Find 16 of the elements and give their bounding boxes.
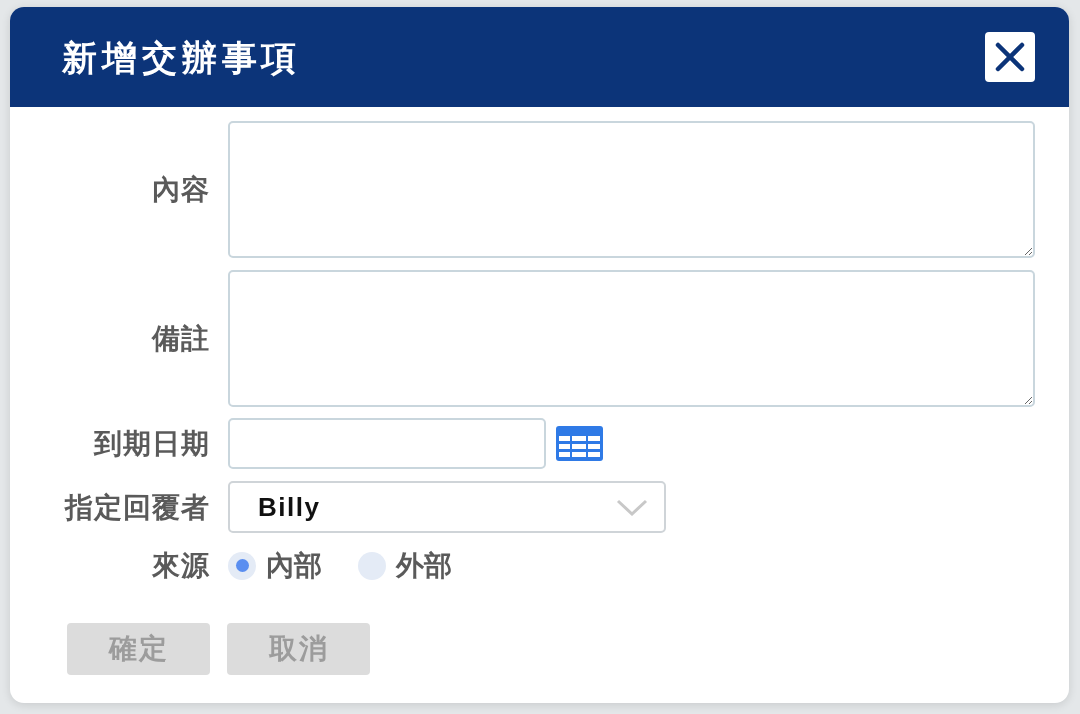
field-label: 來源 — [152, 549, 210, 583]
text-area[interactable] — [228, 121, 1035, 258]
dialog-title: 新增交辦事項 — [62, 39, 302, 75]
calendar-icon[interactable] — [556, 426, 603, 461]
dropdown[interactable]: Billy — [228, 481, 666, 533]
chevron-icon — [616, 498, 648, 516]
radio-option[interactable]: 外部 — [358, 548, 452, 583]
field-label: 內容 — [152, 173, 210, 207]
text-area[interactable] — [228, 270, 1035, 407]
close-icon — [995, 42, 1025, 72]
field-label: 指定回覆者 — [65, 490, 210, 525]
radio-option[interactable]: 內部 — [228, 548, 322, 583]
date-input[interactable] — [228, 418, 546, 469]
close-button[interactable] — [985, 32, 1035, 82]
field-label: 到期日期 — [94, 427, 210, 461]
field-label: 備註 — [152, 322, 210, 356]
